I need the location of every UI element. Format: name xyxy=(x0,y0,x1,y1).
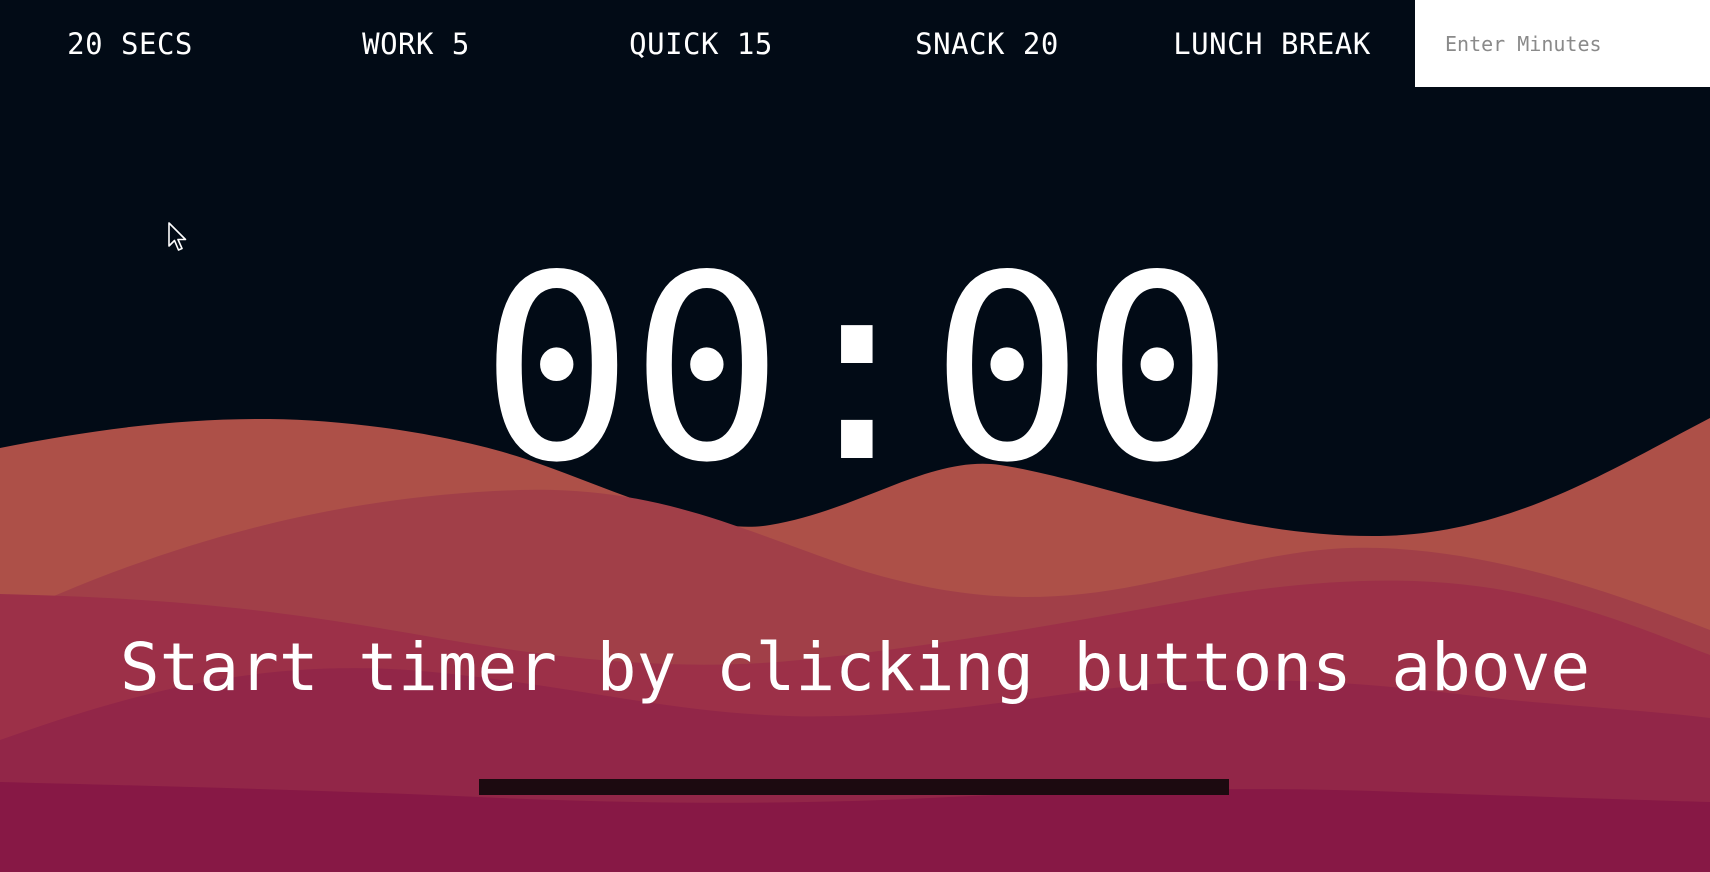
preset-bar: 20 SECS WORK 5 QUICK 15 SNACK 20 LUNCH B… xyxy=(0,0,1710,87)
preset-work-5-button[interactable]: WORK 5 xyxy=(286,0,546,87)
mouse-pointer-icon xyxy=(168,222,187,251)
status-message: Start timer by clicking buttons above xyxy=(119,629,1591,706)
custom-minutes-input[interactable] xyxy=(1415,0,1710,87)
custom-minutes-form xyxy=(1415,0,1710,87)
preset-quick-15-button[interactable]: QUICK 15 xyxy=(571,0,831,87)
preset-snack-20-button[interactable]: SNACK 20 xyxy=(857,0,1117,87)
preset-20-secs-button[interactable]: 20 SECS xyxy=(0,0,260,87)
preset-lunch-break-button[interactable]: LUNCH BREAK xyxy=(1142,0,1402,87)
timer-app: 20 SECS WORK 5 QUICK 15 SNACK 20 LUNCH B… xyxy=(0,0,1710,872)
timer-display: 00:00 xyxy=(479,221,1235,519)
progress-bar xyxy=(479,779,1229,795)
